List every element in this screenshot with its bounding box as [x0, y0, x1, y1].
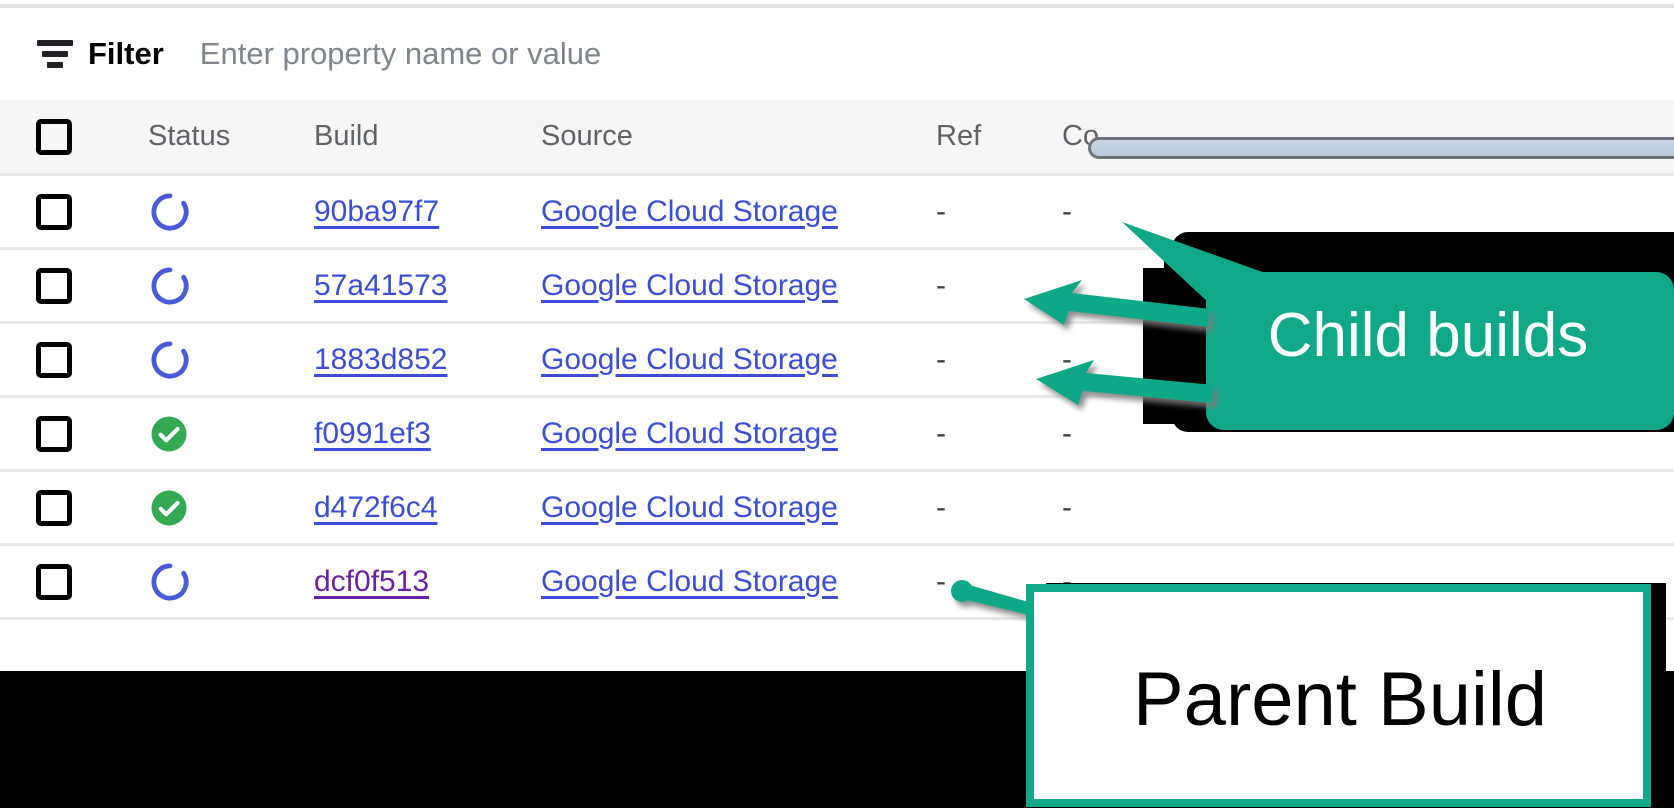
build-link[interactable]: d472f6c4 — [314, 491, 437, 525]
row-build-cell: 1883d852 — [314, 324, 447, 395]
spinner-icon — [151, 192, 189, 230]
commit-value: - — [1062, 564, 1072, 598]
filter-input[interactable] — [199, 36, 1100, 72]
row-source-cell: Google Cloud Storage — [541, 472, 838, 543]
source-link[interactable]: Google Cloud Storage — [541, 417, 838, 451]
row-checkbox[interactable] — [36, 341, 72, 378]
row-source-cell: Google Cloud Storage — [541, 324, 838, 395]
build-link[interactable]: 90ba97f7 — [314, 195, 439, 229]
spinner-icon — [151, 562, 189, 600]
table-row[interactable]: 90ba97f7 Google Cloud Storage - - — [0, 176, 1674, 250]
row-source-cell: Google Cloud Storage — [541, 398, 838, 469]
row-select-cell — [36, 546, 72, 617]
column-header-build-label: Build — [314, 120, 379, 152]
ref-value: - — [936, 268, 946, 302]
source-link[interactable]: Google Cloud Storage — [541, 195, 838, 229]
source-link[interactable]: Google Cloud Storage — [541, 343, 838, 377]
row-status-cell — [148, 176, 192, 247]
ref-value: - — [936, 194, 946, 228]
column-header-status[interactable]: Status — [148, 100, 230, 173]
row-checkbox[interactable] — [36, 193, 72, 230]
column-header-ref[interactable]: Ref — [936, 100, 981, 173]
row-ref-cell: - — [936, 472, 946, 543]
row-commit-cell: - — [1062, 472, 1072, 543]
select-all-cell — [36, 100, 72, 173]
filter-label: Filter — [88, 36, 164, 71]
row-checkbox[interactable] — [36, 267, 72, 304]
filter-bar: Filter — [0, 8, 1674, 100]
spinner-icon — [151, 266, 189, 304]
commit-value: - — [1062, 490, 1072, 524]
screenshot-root: Filter Status Build Source Ref Co — [0, 0, 1674, 808]
row-build-cell: f0991ef3 — [314, 398, 431, 469]
row-source-cell: Google Cloud Storage — [541, 546, 838, 617]
row-checkbox[interactable] — [36, 415, 72, 452]
row-ref-cell: - — [936, 546, 946, 617]
child-builds-label: Child builds — [1267, 301, 1589, 370]
check-circle-icon — [151, 416, 187, 451]
row-ref-cell: - — [936, 176, 946, 247]
column-header-status-label: Status — [148, 120, 231, 152]
build-link[interactable]: 57a41573 — [314, 269, 447, 303]
row-status-cell — [148, 398, 190, 469]
row-ref-cell: - — [936, 250, 946, 321]
row-checkbox[interactable] — [36, 563, 72, 600]
row-commit-cell: - — [1062, 250, 1072, 321]
row-select-cell — [36, 324, 72, 395]
check-circle-icon — [151, 490, 187, 525]
row-checkbox[interactable] — [36, 489, 72, 526]
spinner-icon — [151, 340, 189, 378]
commit-value: - — [1062, 416, 1072, 450]
filter-icon[interactable] — [36, 39, 74, 69]
column-header-commit[interactable]: Co — [1062, 100, 1099, 173]
source-link[interactable]: Google Cloud Storage — [541, 269, 838, 303]
row-source-cell: Google Cloud Storage — [541, 250, 838, 321]
ref-value: - — [936, 416, 946, 450]
source-link[interactable]: Google Cloud Storage — [541, 565, 838, 599]
row-commit-cell: - — [1062, 324, 1072, 395]
table-row[interactable]: d472f6c4 Google Cloud Storage - - — [0, 472, 1674, 546]
row-status-cell — [148, 250, 192, 321]
row-ref-cell: - — [936, 398, 946, 469]
build-link[interactable]: f0991ef3 — [314, 417, 431, 451]
ref-value: - — [936, 490, 946, 524]
build-link[interactable]: dcf0f513 — [314, 565, 429, 599]
row-select-cell — [36, 398, 72, 469]
row-select-cell — [36, 250, 72, 321]
row-build-cell: 57a41573 — [314, 250, 447, 321]
column-header-source[interactable]: Source — [541, 100, 633, 173]
parent-build-label: Parent Build — [1132, 657, 1548, 742]
row-build-cell: 90ba97f7 — [314, 176, 439, 247]
row-status-cell — [148, 472, 190, 543]
row-select-cell — [36, 176, 72, 247]
column-header-ref-label: Ref — [936, 120, 982, 152]
column-header-source-label: Source — [541, 120, 633, 152]
row-status-cell — [148, 324, 192, 395]
horizontal-scrollbar[interactable] — [1088, 137, 1674, 159]
commit-value: - — [1062, 268, 1072, 302]
select-all-checkbox[interactable] — [36, 118, 72, 155]
row-build-cell: d472f6c4 — [314, 472, 437, 543]
source-link[interactable]: Google Cloud Storage — [541, 491, 838, 525]
row-select-cell — [36, 472, 72, 543]
row-source-cell: Google Cloud Storage — [541, 176, 838, 247]
column-header-build[interactable]: Build — [314, 100, 379, 173]
row-status-cell — [148, 546, 192, 617]
table-row[interactable]: f0991ef3 Google Cloud Storage - - — [0, 398, 1674, 472]
ref-value: - — [936, 342, 946, 376]
commit-value: - — [1062, 194, 1072, 228]
row-commit-cell: - — [1062, 176, 1072, 247]
commit-value: - — [1062, 342, 1072, 376]
row-commit-cell: - — [1062, 398, 1072, 469]
row-build-cell: dcf0f513 — [314, 546, 429, 617]
row-ref-cell: - — [936, 324, 946, 395]
build-link[interactable]: 1883d852 — [314, 343, 447, 377]
ref-value: - — [936, 564, 946, 598]
